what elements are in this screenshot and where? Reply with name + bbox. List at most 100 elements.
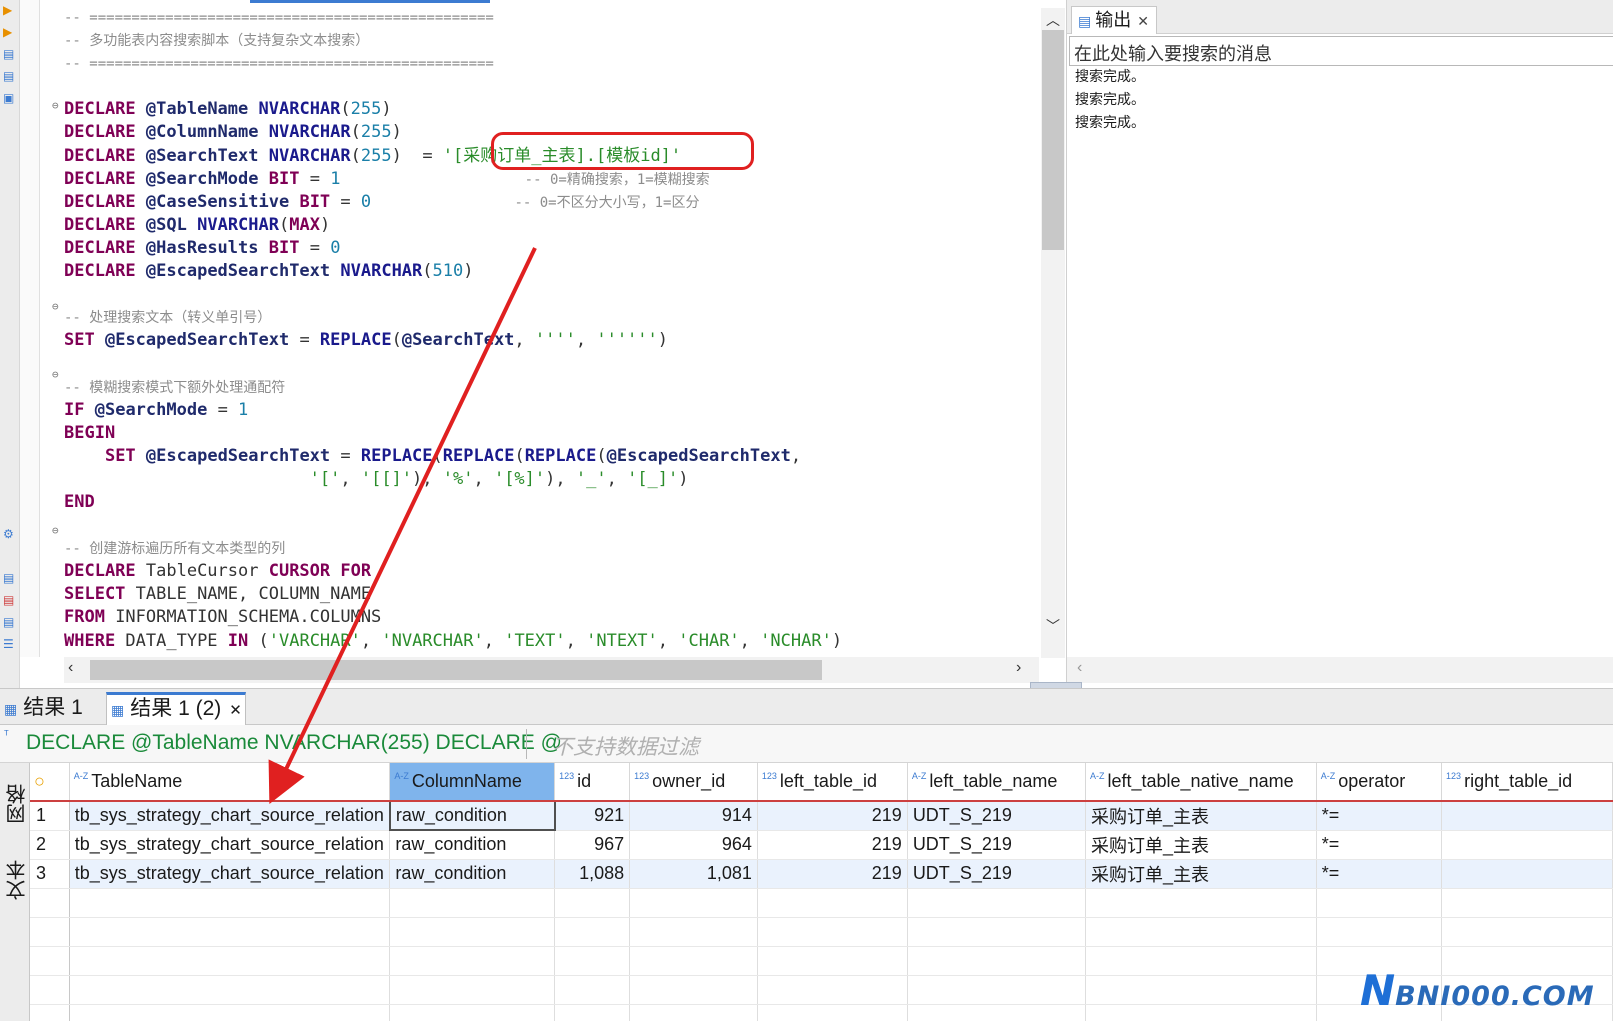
table-cell[interactable]: 采购订单_主表 — [1085, 830, 1317, 860]
filter-input[interactable]: 不支持数据过滤 — [552, 731, 699, 761]
fold-marker[interactable]: ⊖ — [52, 300, 62, 313]
table-cell[interactable] — [629, 1004, 758, 1021]
code-line[interactable] — [64, 352, 1034, 375]
table-cell[interactable] — [1316, 888, 1443, 918]
tab-grid-view[interactable]: 网格 — [2, 769, 29, 839]
table-row[interactable]: 3 tb_sys_strategy_chart_source_relation ra… — [30, 859, 1613, 889]
table-cell[interactable] — [389, 946, 556, 976]
table-cell[interactable] — [1441, 917, 1613, 947]
row-number[interactable] — [30, 975, 70, 1005]
table-cell[interactable] — [1085, 888, 1317, 918]
table-cell[interactable]: 967 — [554, 830, 631, 860]
table-cell[interactable]: raw_condition — [389, 830, 556, 860]
code-line[interactable]: DECLARE TableCursor CURSOR FOR — [64, 560, 1034, 583]
table-cell[interactable]: 219 — [757, 830, 908, 860]
table-cell[interactable]: 921 — [554, 801, 631, 831]
row-number[interactable] — [30, 946, 70, 976]
column-header-right-table-id[interactable]: 123 right_table_id — [1441, 763, 1613, 802]
table-row[interactable]: 1 tb_sys_strategy_chart_source_relation ra… — [30, 800, 1613, 831]
code-line[interactable]: IF @SearchMode = 1 — [64, 399, 1034, 422]
table-cell[interactable]: UDT_S_219 — [907, 801, 1086, 831]
table-cell[interactable] — [757, 888, 908, 918]
column-header-left-table-name[interactable]: A-Z left_table_name — [907, 763, 1086, 802]
table-cell[interactable]: 964 — [629, 830, 758, 860]
chevron-up-icon[interactable]: ︿ — [1046, 10, 1060, 30]
table-cell[interactable] — [1085, 946, 1317, 976]
table-cell[interactable]: *= — [1316, 801, 1443, 831]
table-cell[interactable]: 1,081 — [629, 859, 758, 889]
file-error-icon[interactable]: ▤ — [3, 594, 14, 606]
code-line[interactable]: DECLARE @EscapedSearchText NVARCHAR(510) — [64, 260, 1034, 283]
close-icon[interactable]: ✕ — [229, 702, 242, 719]
table-cell[interactable] — [757, 946, 908, 976]
editor-horizontal-scrollbar[interactable]: ‹ › — [64, 657, 1039, 683]
code-line[interactable]: -- =====================================… — [64, 52, 1034, 75]
code-line[interactable]: SET @EscapedSearchText = REPLACE(REPLACE… — [64, 445, 1034, 468]
table-cell[interactable] — [907, 946, 1086, 976]
table-cell[interactable] — [1316, 917, 1443, 947]
table-cell[interactable] — [629, 975, 758, 1005]
table-row[interactable]: 2 tb_sys_strategy_chart_source_relation ra… — [30, 830, 1613, 860]
code-line[interactable]: BEGIN — [64, 422, 1034, 445]
scroll-thumb[interactable] — [90, 660, 822, 680]
table-cell[interactable] — [629, 946, 758, 976]
chevron-down-icon[interactable]: ﹀ — [1046, 616, 1060, 636]
tab-result-1-2[interactable]: ▦ 结果 1 (2) ✕ — [106, 692, 246, 725]
table-cell[interactable] — [554, 975, 631, 1005]
table-cell[interactable]: *= — [1316, 830, 1443, 860]
explain-icon[interactable]: ▤ — [3, 48, 14, 60]
settings-icon[interactable]: ⚙ — [3, 528, 14, 540]
table-cell[interactable] — [757, 1004, 908, 1021]
table-cell[interactable]: 219 — [757, 859, 908, 889]
table-cell[interactable] — [554, 888, 631, 918]
outline-icon[interactable]: ☰ — [3, 638, 14, 650]
row-number[interactable]: 3 — [30, 859, 70, 889]
table-row[interactable] — [30, 888, 1613, 918]
row-number-header[interactable]: ○ — [30, 763, 70, 802]
table-cell[interactable] — [69, 975, 391, 1005]
table-cell[interactable] — [389, 1004, 556, 1021]
table-cell[interactable] — [907, 1004, 1086, 1021]
table-cell[interactable]: tb_sys_strategy_chart_source_relation — [69, 801, 391, 831]
table-cell[interactable]: 采购订单_主表 — [1085, 801, 1317, 831]
row-number[interactable] — [30, 1004, 70, 1021]
code-line[interactable]: SET @EscapedSearchText = REPLACE(@Search… — [64, 329, 1034, 352]
code-line[interactable]: -- 处理搜索文本（转义单引号） — [64, 306, 1034, 329]
column-header-operator[interactable]: A-Z operator — [1316, 763, 1443, 802]
scroll-thumb[interactable] — [1042, 30, 1064, 250]
table-cell[interactable]: raw_condition — [389, 859, 556, 889]
run-script-icon[interactable]: ▶ — [3, 26, 12, 38]
close-icon[interactable]: ✕ — [1137, 13, 1149, 29]
column-header-owner-id[interactable]: 123 owner_id — [629, 763, 758, 802]
table-cell[interactable] — [554, 1004, 631, 1021]
export-icon[interactable]: ▤ — [3, 572, 14, 584]
fold-marker[interactable]: ⊖ — [52, 524, 62, 537]
table-cell[interactable] — [1441, 830, 1613, 860]
code-line[interactable]: WHERE DATA_TYPE IN ('VARCHAR', 'NVARCHAR… — [64, 630, 1034, 653]
table-cell[interactable]: 1,088 — [554, 859, 631, 889]
tab-text-view[interactable]: 文本 — [2, 845, 29, 915]
run-icon[interactable]: ▶ — [3, 4, 12, 16]
table-cell[interactable] — [907, 888, 1086, 918]
table-cell[interactable]: UDT_S_219 — [907, 859, 1086, 889]
table-cell[interactable] — [1085, 917, 1317, 947]
table-cell[interactable] — [757, 917, 908, 947]
table-cell[interactable] — [1441, 801, 1613, 831]
table-cell[interactable] — [1441, 859, 1613, 889]
code-line[interactable]: -- 多功能表内容搜索脚本（支持复杂文本搜索） — [64, 29, 1034, 52]
table-cell[interactable] — [69, 888, 391, 918]
tab-output[interactable]: ▤ 输出 ✕ — [1071, 6, 1157, 34]
table-cell[interactable]: 采购订单_主表 — [1085, 859, 1317, 889]
table-cell[interactable]: raw_condition — [388, 800, 556, 831]
table-cell[interactable] — [907, 975, 1086, 1005]
code-line[interactable] — [64, 75, 1034, 98]
fold-marker[interactable]: ⊖ — [52, 99, 62, 112]
table-cell[interactable] — [1441, 888, 1613, 918]
table-cell[interactable]: UDT_S_219 — [907, 830, 1086, 860]
code-line[interactable]: '[', '[[]'), '%', '[%]'), '_', '[_]') — [64, 468, 1034, 491]
column-header-columnname[interactable]: A-Z ColumnName — [389, 763, 556, 802]
chevron-left-icon[interactable]: ‹ — [1077, 659, 1082, 677]
output-horizontal-scrollbar[interactable]: ‹ — [1067, 657, 1613, 683]
table-cell[interactable] — [629, 888, 758, 918]
table-cell[interactable] — [389, 975, 556, 1005]
